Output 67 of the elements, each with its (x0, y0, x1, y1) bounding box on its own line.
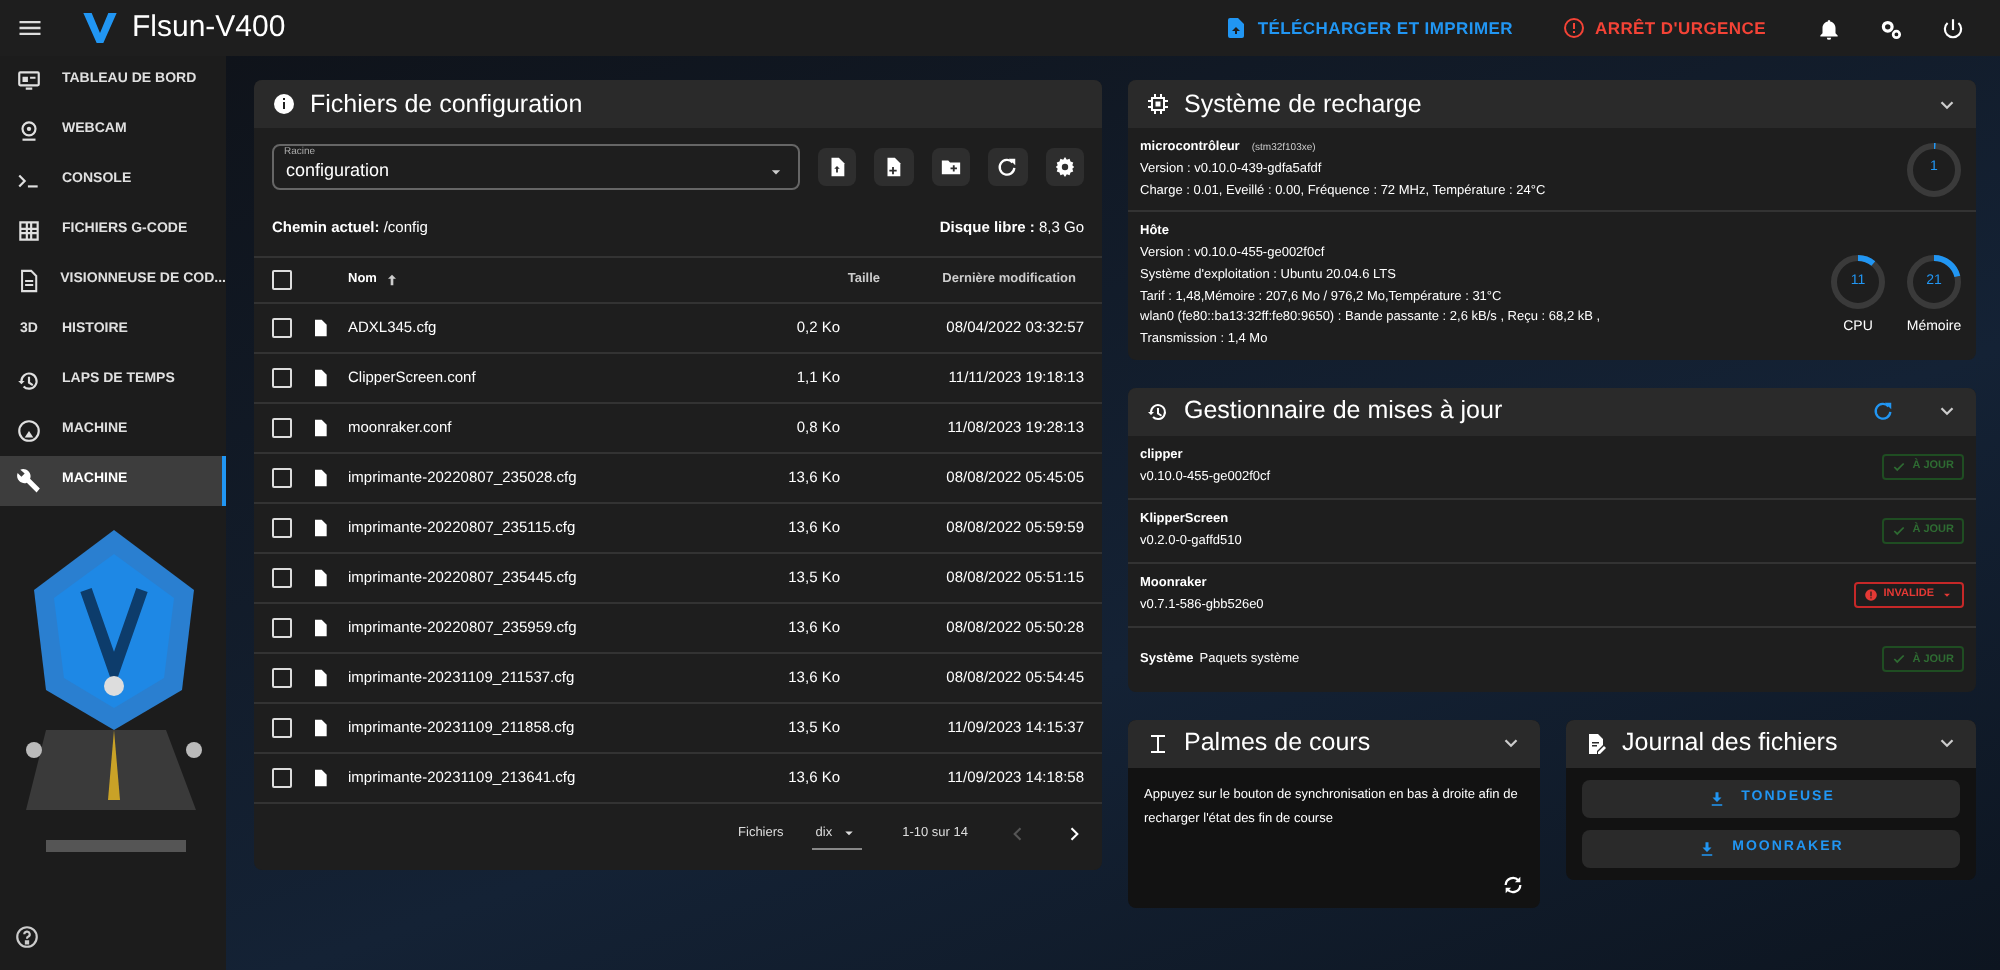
new-folder-button[interactable] (931, 148, 971, 186)
history-icon (16, 368, 42, 394)
monitor-icon (16, 68, 42, 94)
check-icon (1892, 459, 1907, 474)
file-icon (310, 318, 330, 338)
bell-icon[interactable] (1816, 15, 1842, 41)
card-title: Gestionnaire de mises à jour (1184, 394, 1503, 429)
checkbox[interactable] (272, 768, 292, 788)
power-icon[interactable] (1940, 15, 1966, 41)
checkbox[interactable] (272, 418, 292, 438)
settings-icon (1053, 156, 1076, 178)
text-cursor-icon (1146, 731, 1170, 756)
settings-icon[interactable] (1878, 15, 1904, 41)
document-icon (16, 268, 41, 294)
download-icon (1707, 789, 1726, 808)
file-icon (310, 668, 330, 688)
sort-arrow-up-icon (384, 272, 401, 288)
chip-icon (1146, 92, 1170, 116)
file-icon (310, 568, 330, 588)
settings-button[interactable] (1045, 148, 1084, 186)
webcam-icon (16, 118, 42, 144)
check-icon (1892, 652, 1907, 667)
sync-icon[interactable] (1502, 873, 1524, 896)
new-file-button[interactable] (874, 148, 914, 186)
log-document-icon (1584, 731, 1608, 756)
card-title: Journal des fichiers (1622, 726, 1838, 761)
checkbox[interactable] (272, 668, 292, 688)
checkbox[interactable] (272, 518, 292, 538)
file-plus-icon (882, 156, 905, 178)
file-icon (310, 518, 330, 538)
alert-circle-icon (1561, 16, 1585, 40)
file-icon (310, 418, 330, 438)
refresh-icon (996, 156, 1019, 178)
wrench-icon (16, 468, 42, 494)
checkbox[interactable] (272, 368, 292, 388)
file-icon (310, 718, 330, 738)
help-icon[interactable] (14, 924, 40, 950)
checkbox[interactable] (272, 468, 292, 488)
history-icon (1146, 399, 1170, 424)
card-title: Système de recharge (1184, 87, 1422, 122)
download-icon (1698, 839, 1717, 858)
file-icon (310, 618, 330, 638)
app-title: Flsun-V400 (132, 7, 286, 48)
upload-file-icon (1223, 16, 1248, 40)
emergency-stop-button[interactable]: ARRÊT D'URGENCE (1545, 4, 1782, 52)
refresh-icon[interactable] (1872, 400, 1894, 423)
file-icon (310, 368, 330, 388)
checkbox[interactable] (272, 318, 292, 338)
check-icon (1892, 523, 1907, 538)
checkbox[interactable] (272, 618, 292, 638)
upload-file-button[interactable] (817, 148, 857, 186)
gauge-icon (16, 418, 42, 444)
folder-plus-icon (939, 156, 962, 178)
file-icon (310, 768, 330, 788)
file-icon (310, 468, 330, 488)
refresh-button[interactable] (988, 148, 1028, 186)
checkbox[interactable] (272, 718, 292, 738)
alert-circle-icon (1863, 587, 1878, 602)
checkbox[interactable] (272, 270, 292, 290)
v-logo-icon (80, 8, 120, 48)
card-title: Fichiers de configuration (310, 87, 583, 122)
checkbox[interactable] (272, 568, 292, 588)
card-title: Palmes de cours (1184, 726, 1371, 761)
upload-print-button[interactable]: TÉLÉCHARGER ET IMPRIMER (1207, 4, 1529, 52)
info-icon (272, 92, 296, 116)
file-upload-icon (826, 156, 849, 178)
grid-icon (16, 218, 42, 244)
